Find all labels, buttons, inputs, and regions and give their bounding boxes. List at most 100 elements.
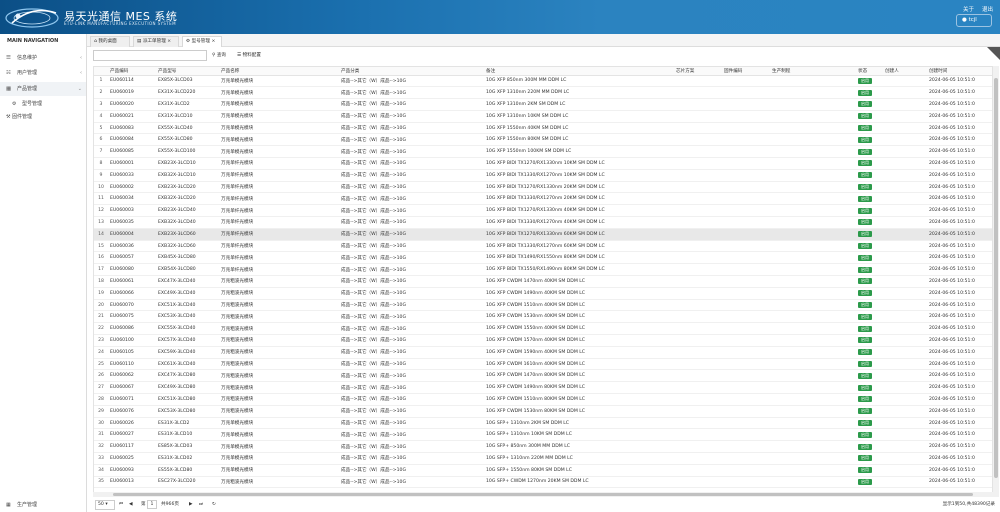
logout-link[interactable]: 退出 — [982, 5, 993, 13]
column-header[interactable]: 产品型号 — [156, 67, 219, 76]
table-cell: 启用 — [856, 192, 883, 206]
last-page-icon[interactable]: ⏭ — [199, 499, 203, 511]
first-page-icon[interactable]: ⏮ — [119, 499, 123, 511]
table-cell — [883, 98, 927, 111]
table-row[interactable]: 19 EU060066 EXC49X-3LCD40 万兆粗波光模块 成品-->其它（W）… — [94, 287, 992, 300]
sidebar-item-model[interactable]: ⚙ 型号管理 — [0, 98, 86, 110]
sidebar-item-info[interactable]: ☰ 信息维护 ‹ — [0, 51, 86, 65]
table-cell: 成品-->其它（W）成品-->10G — [339, 381, 484, 395]
table-cell: 万兆单模光模块 — [219, 122, 339, 135]
page-size-select[interactable]: 50 ▾ — [95, 500, 115, 510]
table-row[interactable]: 1 EU060114 EX85X-3LCD03 万兆单模光模块 成品-->其它（W）成品… — [94, 75, 992, 88]
table-row[interactable]: 29 EU060076 EXC53X-3LCD80 万兆粗波光模块 成品-->其它（W）… — [94, 405, 992, 418]
table-row[interactable]: 26 EU060062 EXC47X-3LCD80 万兆粗波光模块 成品-->其它（W）… — [94, 369, 992, 383]
sidebar-item-products[interactable]: ▦ 产品管理 ⌄ — [0, 82, 86, 96]
column-header[interactable]: 产品名称 — [219, 67, 339, 76]
column-header[interactable]: 固件编码 — [722, 67, 770, 76]
column-header[interactable]: 产品编码 — [108, 67, 156, 76]
table-row[interactable]: 31 EU060027 ES31X-3LCD10 万兆单模光模块 成品-->其它（W）成… — [94, 428, 992, 442]
table-cell: 2024-06-05 10:51:0 — [927, 346, 992, 359]
table-cell: 10G XFP 1550nm 40KM SM DDM LC — [484, 122, 674, 135]
record-summary: 显示1到50,共48390记录 — [942, 502, 995, 507]
table-cell — [883, 287, 927, 300]
user-menu[interactable]: ● tcjl — [956, 14, 992, 27]
corner-toggle-icon[interactable] — [987, 47, 1000, 60]
table-cell — [722, 428, 770, 442]
table-row[interactable]: 20 EU060070 EXC51X-3LCD40 万兆粗波光模块 成品-->其它（W）… — [94, 299, 992, 312]
chevron-left-icon: ‹ — [80, 55, 82, 61]
table-cell — [883, 192, 927, 206]
table-row[interactable]: 22 EU060086 EXC55X-3LCD40 万兆粗波光模块 成品-->其它（W）… — [94, 322, 992, 336]
table-cell: EU060105 — [108, 346, 156, 359]
close-icon[interactable]: × — [167, 39, 171, 44]
column-header[interactable]: 芯片方案 — [674, 67, 722, 76]
table-row[interactable]: 5 EU060083 EX55X-3LCD40 万兆单模光模块 成品-->其它（W）成品… — [94, 122, 992, 135]
page-number-input[interactable]: 1 — [147, 500, 157, 509]
table-row[interactable]: 11 EU060034 EXB32X-3LCD20 万兆单纤光模块 成品-->其它（W）… — [94, 192, 992, 206]
close-icon[interactable]: × — [211, 39, 215, 44]
table-row[interactable]: 15 EU060036 EXB32X-3LCD60 万兆单纤光模块 成品-->其它（W）… — [94, 240, 992, 253]
refresh-icon[interactable]: ↻ — [212, 499, 216, 511]
scroll-thumb[interactable] — [113, 493, 973, 496]
table-row[interactable]: 6 EU060084 EX55X-3LCD80 万兆单模光模块 成品-->其它（W）成品… — [94, 133, 992, 147]
tab-dispatch[interactable]: ▤ 派工单管理 × — [133, 36, 179, 47]
users-icon: ☵ — [6, 70, 11, 76]
table-row[interactable]: 12 EU060003 EXB23X-3LCD40 万兆单纤光模块 成品-->其它（W）… — [94, 204, 992, 218]
about-link[interactable]: 关于 — [963, 5, 974, 13]
prev-page-icon[interactable]: ◀ — [129, 499, 133, 511]
vertical-scrollbar[interactable] — [993, 66, 999, 497]
column-header[interactable]: 备注 — [484, 67, 674, 76]
table-row[interactable]: 4 EU060021 EX31X-3LCD10 万兆单模光模块 成品-->其它（W）成品… — [94, 110, 992, 123]
table-row[interactable]: 10 EU060002 EXB23X-3LCD20 万兆单纤光模块 成品-->其它（W）… — [94, 181, 992, 194]
column-header[interactable]: 状态 — [856, 67, 883, 76]
table-row[interactable]: 35 EU060013 ESC27X-3LCD20 万兆粗波光模块 成品-->其它（W）… — [94, 476, 992, 489]
table-cell: 万兆单纤光模块 — [219, 169, 339, 182]
table-row[interactable]: 30 EU060026 ES31X-3LCD2 万兆单模光模块 成品-->其它（W）成品… — [94, 417, 992, 430]
column-header[interactable] — [94, 67, 108, 76]
column-header[interactable]: 创建时间 — [927, 67, 992, 76]
query-button[interactable]: ⚲ 查询 — [212, 50, 226, 61]
table-cell — [770, 228, 856, 241]
table-cell — [674, 86, 722, 100]
table-cell: 启用 — [856, 369, 883, 383]
table-row[interactable]: 14 EU060004 EXB23X-3LCD60 万兆单纤光模块 成品-->其它（W）… — [94, 228, 992, 241]
table-cell: 万兆单纤光模块 — [219, 157, 339, 170]
tab-model[interactable]: ⚙ 型号管理 × — [182, 36, 222, 47]
scroll-thumb[interactable] — [994, 78, 998, 478]
table-row[interactable]: 27 EU060067 EXC49X-3LCD80 万兆粗波光模块 成品-->其它（W）… — [94, 381, 992, 395]
column-header[interactable]: 创建人 — [883, 67, 927, 76]
table-cell: 万兆单模光模块 — [219, 428, 339, 442]
tab-desktop[interactable]: ⌂ 我的桌面 — [90, 36, 130, 47]
table-cell — [883, 181, 927, 194]
table-row[interactable]: 3 EU060020 EX31X-3LCD2 万兆单模光模块 成品-->其它（W）成品-… — [94, 98, 992, 111]
table-row[interactable]: 18 EU060061 EXC47X-3LCD40 万兆粗波光模块 成品-->其它（W）… — [94, 275, 992, 288]
table-cell: 万兆单模光模块 — [219, 98, 339, 111]
table-row[interactable]: 2 EU060019 EX31X-3LCD220 万兆单模光模块 成品-->其它（W）成… — [94, 86, 992, 100]
horizontal-scrollbar[interactable] — [93, 492, 993, 497]
next-page-icon[interactable]: ▶ — [189, 499, 193, 511]
table-row[interactable]: 33 EU060025 ES31X-3LCD02 万兆单模光模块 成品-->其它（W）成… — [94, 452, 992, 465]
table-row[interactable]: 28 EU060071 EXC51X-3LCD80 万兆粗波光模块 成品-->其它（W）… — [94, 393, 992, 406]
table-cell: EXB32X-3LCD40 — [156, 216, 219, 229]
sidebar-item-users[interactable]: ☵ 用户管理 ‹ — [0, 66, 86, 80]
table-row[interactable]: 7 EU060085 EX55X-3LCD100 万兆单模光模块 成品-->其它（W）成… — [94, 145, 992, 159]
table-cell: EU060086 — [108, 322, 156, 336]
sidebar-item-production[interactable]: ▦ 生产管理 — [0, 498, 86, 512]
table-row[interactable]: 8 EU060001 EXB23X-3LCD10 万兆单纤光模块 成品-->其它（W）成… — [94, 157, 992, 170]
table-row[interactable]: 25 EU060110 EXC61X-3LCD40 万兆粗波光模块 成品-->其它（W）… — [94, 358, 992, 371]
table-row[interactable]: 23 EU060100 EXC57X-3LCD40 万兆粗波光模块 成品-->其它（W）… — [94, 334, 992, 347]
table-row[interactable]: 24 EU060105 EXC59X-3LCD40 万兆粗波光模块 成品-->其它（W）… — [94, 346, 992, 359]
table-row[interactable]: 21 EU060075 EXC53X-3LCD40 万兆粗波光模块 成品-->其它（W）… — [94, 310, 992, 324]
material-config-button[interactable]: ☰ 物料配置 — [237, 50, 261, 61]
search-input[interactable] — [93, 50, 207, 61]
table-row[interactable]: 16 EU060057 EXB45X-3LCD80 万兆单纤光模块 成品-->其它（W）… — [94, 251, 992, 265]
sidebar-item-firmware[interactable]: ⚒ 固件管理 — [0, 111, 86, 123]
table-row[interactable]: 13 EU060035 EXB32X-3LCD40 万兆单纤光模块 成品-->其它（W）… — [94, 216, 992, 229]
table-row[interactable]: 32 EU060117 ES85X-3LCD03 万兆单模光模块 成品-->其它（W）成… — [94, 440, 992, 453]
column-header[interactable]: 生产制程 — [770, 67, 856, 76]
table-row[interactable]: 34 EU060093 ES55X-3LCD80 万兆单模光模块 成品-->其它（W）成… — [94, 464, 992, 477]
column-header[interactable]: 产品分类 — [339, 67, 484, 76]
table-row[interactable]: 17 EU060080 EXB54X-3LCD80 万兆单纤光模块 成品-->其它（W）… — [94, 263, 992, 277]
table-cell — [883, 110, 927, 123]
table-row[interactable]: 9 EU060033 EXB32X-3LCD10 万兆单纤光模块 成品-->其它（W）成… — [94, 169, 992, 182]
